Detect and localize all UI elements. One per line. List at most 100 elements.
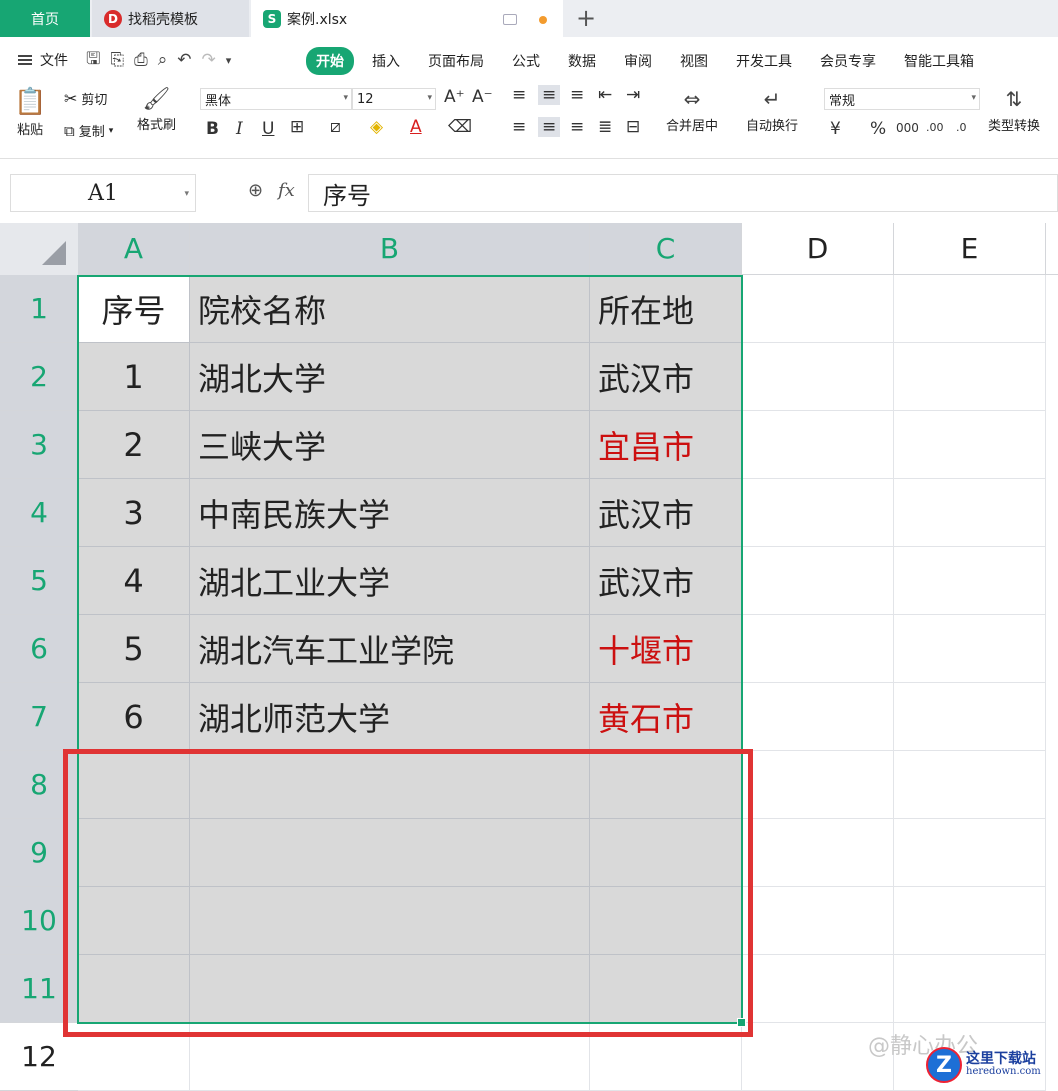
formula-input[interactable]: 序号	[308, 174, 1058, 212]
cell-b12[interactable]	[190, 1023, 590, 1091]
undo-icon[interactable]: ↶	[177, 50, 191, 70]
cell-b3[interactable]: 三峡大学	[190, 411, 590, 479]
cell-b11[interactable]	[190, 955, 590, 1023]
merge-center-button[interactable]: ⇔ 合并居中	[666, 87, 718, 134]
format-painter-button[interactable]: 🖌 格式刷	[137, 87, 176, 133]
copy-button[interactable]: ⧉ 复制 ▾	[64, 121, 113, 141]
cell-c11[interactable]	[590, 955, 742, 1023]
row-header-7[interactable]: 7	[0, 683, 78, 751]
cell-b5[interactable]: 湖北工业大学	[190, 547, 590, 615]
cell-d1[interactable]	[742, 275, 894, 343]
row-header-9[interactable]: 9	[0, 819, 78, 887]
row-header-12[interactable]: 12	[0, 1023, 78, 1091]
cell-a4[interactable]: 3	[78, 479, 190, 547]
cell-a12[interactable]	[78, 1023, 190, 1091]
bold-button[interactable]: B	[206, 119, 219, 139]
column-header-c[interactable]: C	[590, 223, 742, 275]
customize-dropdown-icon[interactable]: ▾	[226, 54, 232, 67]
new-tab-button[interactable]: +	[576, 4, 596, 32]
cell-c3[interactable]: 宜昌市	[590, 411, 742, 479]
cell-c9[interactable]	[590, 819, 742, 887]
screen-icon[interactable]	[503, 14, 517, 25]
cell-e11[interactable]	[894, 955, 1046, 1023]
font-name-select[interactable]: 黑体 ▾	[200, 88, 352, 110]
row-header-3[interactable]: 3	[0, 411, 78, 479]
cell-a6[interactable]: 5	[78, 615, 190, 683]
row-header-10[interactable]: 10	[0, 887, 78, 955]
cell-d10[interactable]	[742, 887, 894, 955]
tab-formula[interactable]: 公式	[502, 47, 550, 75]
column-header-a[interactable]: A	[78, 223, 190, 275]
tab-review[interactable]: 审阅	[614, 47, 662, 75]
cell-b8[interactable]	[190, 751, 590, 819]
fill-handle[interactable]	[737, 1018, 746, 1027]
indent-decrease-icon[interactable]: ⇤	[598, 85, 612, 105]
cell-e1[interactable]	[894, 275, 1046, 343]
cell-b7[interactable]: 湖北师范大学	[190, 683, 590, 751]
function-button[interactable]: fx	[278, 180, 295, 201]
cell-c8[interactable]	[590, 751, 742, 819]
cell-e10[interactable]	[894, 887, 1046, 955]
row-header-2[interactable]: 2	[0, 343, 78, 411]
export-pdf-icon[interactable]: ⎘	[110, 50, 124, 70]
border-icon[interactable]: ⊞	[290, 117, 304, 137]
row-header-5[interactable]: 5	[0, 547, 78, 615]
column-header-b[interactable]: B	[190, 223, 590, 275]
cell-c2[interactable]: 武汉市	[590, 343, 742, 411]
cell-c1[interactable]: 所在地	[590, 275, 742, 343]
cell-b10[interactable]	[190, 887, 590, 955]
cell-b1[interactable]: 院校名称	[190, 275, 590, 343]
tab-developer[interactable]: 开发工具	[726, 47, 802, 75]
number-format-select[interactable]: 常规 ▾	[824, 88, 980, 110]
align-left-icon[interactable]: ≡	[512, 117, 526, 137]
align-middle-icon[interactable]: ≡	[538, 85, 561, 105]
zoom-search-icon[interactable]: ⊕	[248, 180, 263, 201]
cell-c4[interactable]: 武汉市	[590, 479, 742, 547]
cell-a8[interactable]	[78, 751, 190, 819]
currency-icon[interactable]: ¥	[830, 119, 841, 139]
cell-a2[interactable]: 1	[78, 343, 190, 411]
decrease-decimal-icon[interactable]: .0	[956, 121, 967, 134]
tab-data[interactable]: 数据	[558, 47, 606, 75]
row-header-1[interactable]: 1	[0, 275, 78, 343]
fill-pattern-icon[interactable]: ⧄	[330, 117, 341, 137]
italic-button[interactable]: I	[236, 119, 243, 139]
cell-b9[interactable]	[190, 819, 590, 887]
row-header-11[interactable]: 11	[0, 955, 78, 1023]
name-box[interactable]: A1 ▾	[10, 174, 196, 212]
increase-font-icon[interactable]: A⁺	[444, 87, 465, 107]
align-top-icon[interactable]: ≡	[512, 85, 526, 105]
cell-e8[interactable]	[894, 751, 1046, 819]
distribute-icon[interactable]: ⊟	[626, 117, 640, 137]
cell-d8[interactable]	[742, 751, 894, 819]
cell-d2[interactable]	[742, 343, 894, 411]
wrap-text-button[interactable]: ↵ 自动换行	[746, 87, 798, 134]
cell-e3[interactable]	[894, 411, 1046, 479]
row-header-4[interactable]: 4	[0, 479, 78, 547]
cell-c5[interactable]: 武汉市	[590, 547, 742, 615]
eraser-icon[interactable]: ⌫	[448, 117, 472, 137]
cell-b6[interactable]: 湖北汽车工业学院	[190, 615, 590, 683]
percent-button[interactable]: %	[870, 119, 886, 139]
row-header-6[interactable]: 6	[0, 615, 78, 683]
cell-e6[interactable]	[894, 615, 1046, 683]
column-header-e[interactable]: E	[894, 223, 1046, 275]
cell-e4[interactable]	[894, 479, 1046, 547]
cell-d4[interactable]	[742, 479, 894, 547]
thousands-icon[interactable]: 000	[896, 121, 919, 135]
cell-b2[interactable]: 湖北大学	[190, 343, 590, 411]
cell-e2[interactable]	[894, 343, 1046, 411]
column-header-d[interactable]: D	[742, 223, 894, 275]
font-color-icon[interactable]: A	[410, 117, 422, 137]
cell-d9[interactable]	[742, 819, 894, 887]
cell-e7[interactable]	[894, 683, 1046, 751]
cut-button[interactable]: ✂ 剪切	[64, 89, 107, 108]
cell-e9[interactable]	[894, 819, 1046, 887]
print-icon[interactable]: ⎙	[134, 50, 148, 70]
cell-a9[interactable]	[78, 819, 190, 887]
cell-d3[interactable]	[742, 411, 894, 479]
cell-a7[interactable]: 6	[78, 683, 190, 751]
cell-b4[interactable]: 中南民族大学	[190, 479, 590, 547]
tab-insert[interactable]: 插入	[362, 47, 410, 75]
column-header-f[interactable]	[1046, 223, 1058, 275]
